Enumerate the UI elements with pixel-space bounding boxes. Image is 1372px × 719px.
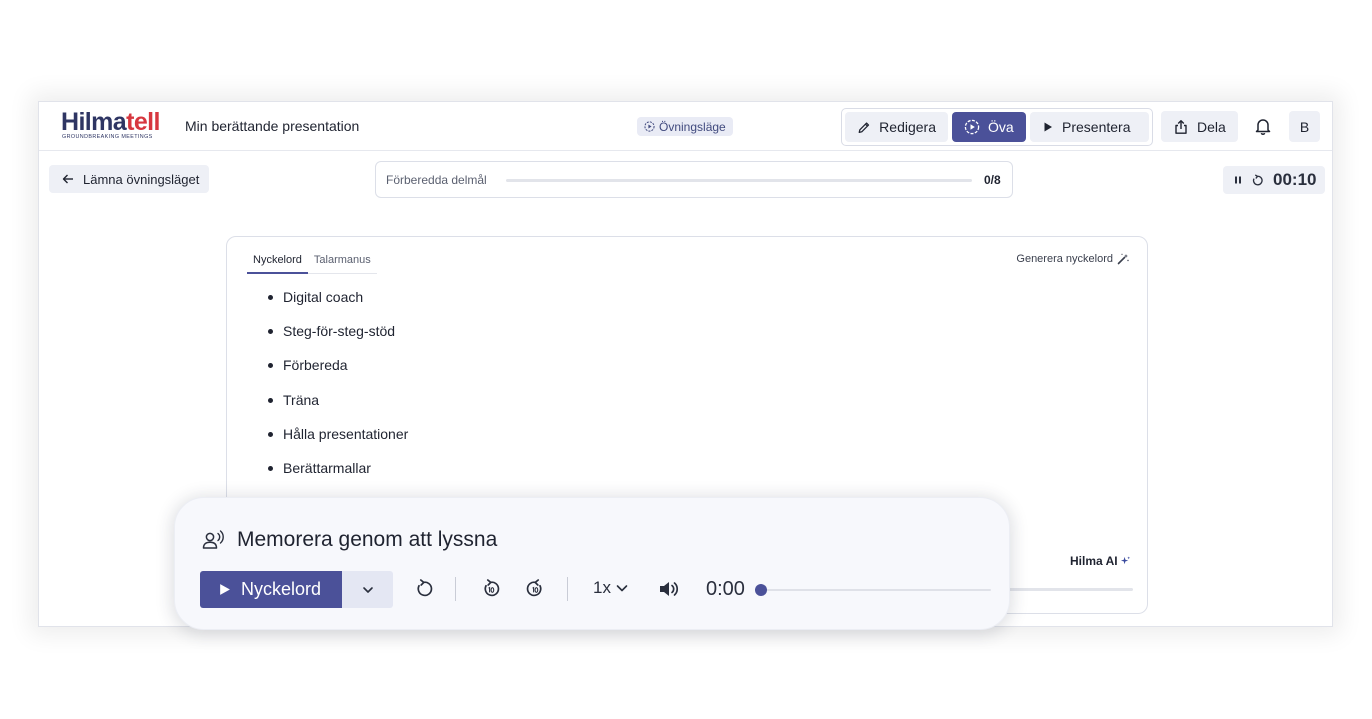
- play-split-button: Nyckelord: [200, 571, 393, 608]
- practice-mode-button[interactable]: Öva: [952, 112, 1026, 142]
- list-item: Berättarmallar: [268, 460, 408, 494]
- list-item: Hålla presentationer: [268, 426, 408, 460]
- arrow-left-icon: [62, 174, 73, 184]
- top-bar: Hilmatell GROUNDBREAKING MEETINGS Min be…: [39, 102, 1332, 151]
- list-item: Träna: [268, 392, 408, 426]
- generate-keywords-label: Generera nyckelord: [1016, 253, 1113, 265]
- generate-keywords-button[interactable]: Generera nyckelord: [1016, 253, 1129, 265]
- keyword-list: Digital coach Steg-för-steg-stöd Förbere…: [268, 289, 408, 494]
- share-label: Dela: [1197, 118, 1226, 135]
- list-item: Steg-för-steg-stöd: [268, 323, 408, 357]
- seek-slider[interactable]: [755, 584, 991, 596]
- leave-practice-label: Lämna övningsläget: [83, 171, 200, 187]
- playback-time: 0:00: [706, 578, 745, 600]
- progress-label: Förberedda delmål: [386, 173, 487, 187]
- volume-icon: [660, 582, 679, 596]
- hilma-ai-text: Hilma AI: [1070, 554, 1118, 568]
- tab-speaker-script[interactable]: Talarmanus: [308, 249, 377, 273]
- restart-button[interactable]: [412, 577, 436, 601]
- present-mode-button[interactable]: Presentera: [1030, 112, 1149, 142]
- play-icon: [1044, 122, 1052, 132]
- progress-count: 0/8: [984, 173, 1001, 187]
- forward-10-button[interactable]: [523, 577, 547, 601]
- volume-button[interactable]: [657, 577, 681, 601]
- mode-badge: Övningsläge: [637, 117, 733, 136]
- logo-tagline: GROUNDBREAKING MEETINGS: [62, 134, 153, 140]
- player-title: Memorera genom att lyssna: [201, 528, 497, 552]
- speaking-head-icon: [202, 530, 224, 549]
- tab-keywords[interactable]: Nyckelord: [247, 249, 308, 274]
- logo-accent-text: tell: [126, 108, 160, 136]
- share-icon: [1175, 119, 1187, 134]
- pencil-icon: [858, 121, 870, 133]
- notes-tabs: Nyckelord Talarmanus: [247, 249, 377, 274]
- playback-speed-value: 1x: [593, 578, 611, 597]
- play-keywords-label: Nyckelord: [241, 579, 322, 599]
- reset-icon[interactable]: [1251, 173, 1264, 187]
- milestone-progress: Förberedda delmål 0/8: [375, 161, 1013, 198]
- list-item: Förbereda: [268, 357, 408, 391]
- control-divider: [455, 577, 456, 601]
- edit-mode-button[interactable]: Redigera: [845, 112, 948, 142]
- hilma-ai-label[interactable]: Hilma AI: [1070, 554, 1131, 568]
- practice-mode-label: Öva: [988, 119, 1014, 135]
- practice-play-icon: [964, 119, 980, 135]
- logo-main-text: Hilma: [61, 108, 127, 136]
- listen-player: Memorera genom att lyssna Nyckelord 1x 0…: [174, 497, 1010, 630]
- play-keywords-button[interactable]: Nyckelord: [200, 571, 342, 608]
- document-title: Min berättande presentation: [185, 118, 360, 134]
- present-mode-label: Presentera: [1062, 119, 1131, 135]
- chevron-down-icon: [362, 586, 373, 593]
- rewind-10-icon: [484, 579, 500, 597]
- rewind-10-button[interactable]: [479, 577, 503, 601]
- hilmatell-logo[interactable]: Hilmatell GROUNDBREAKING MEETINGS: [61, 108, 160, 141]
- restart-icon: [417, 579, 433, 597]
- pause-icon[interactable]: [1232, 174, 1244, 186]
- mode-switcher: Redigera Öva Presentera: [841, 108, 1153, 146]
- user-avatar[interactable]: B: [1289, 111, 1320, 142]
- forward-10-icon: [526, 579, 542, 597]
- edit-mode-label: Redigera: [879, 119, 936, 135]
- playback-speed-select[interactable]: 1x: [593, 578, 629, 598]
- sparkle-icon: [1120, 555, 1130, 564]
- seek-handle[interactable]: [755, 584, 767, 596]
- control-divider: [567, 577, 568, 601]
- chevron-down-icon: [616, 585, 628, 592]
- practice-mode-icon: [644, 121, 655, 132]
- play-options-dropdown[interactable]: [342, 571, 393, 608]
- mode-badge-label: Övningsläge: [659, 119, 726, 134]
- timer-value: 00:10: [1273, 170, 1317, 189]
- progress-track: [506, 179, 972, 182]
- practice-timer: 00:10: [1223, 166, 1325, 194]
- share-button[interactable]: Dela: [1161, 111, 1238, 142]
- player-title-text: Memorera genom att lyssna: [237, 528, 498, 551]
- list-item: Digital coach: [268, 289, 408, 323]
- bell-icon[interactable]: [1253, 116, 1273, 136]
- play-icon: [220, 584, 230, 595]
- magic-wand-icon: [1117, 253, 1129, 265]
- leave-practice-button[interactable]: Lämna övningsläget: [49, 165, 209, 193]
